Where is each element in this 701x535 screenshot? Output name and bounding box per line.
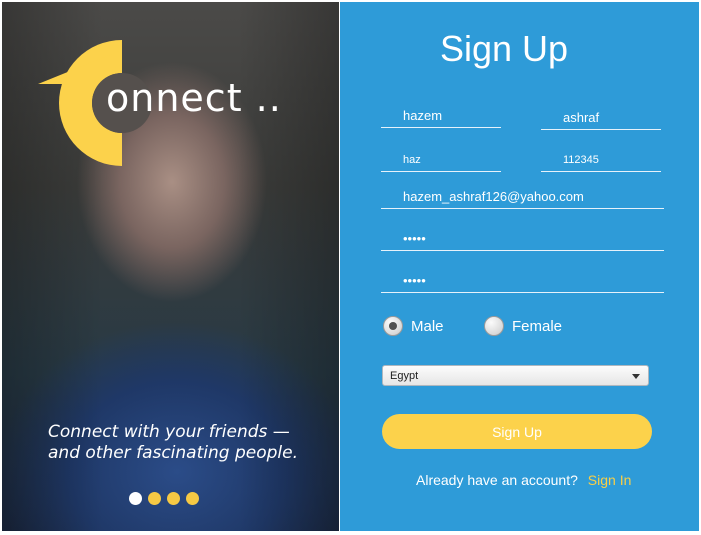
signin-prompt: Already have an account? Sign In bbox=[416, 472, 631, 488]
sign-in-link[interactable]: Sign In bbox=[588, 472, 632, 488]
tagline-line-2: and other fascinating people. bbox=[48, 443, 298, 463]
signup-panel: Sign Up Male Female Egypt Sign Up Alread… bbox=[340, 2, 699, 531]
hero-panel: onnect .. Connect with your friends — an… bbox=[2, 2, 339, 531]
already-account-text: Already have an account? bbox=[416, 472, 578, 488]
gender-female-label: Female bbox=[512, 317, 563, 335]
password-field[interactable] bbox=[381, 227, 664, 251]
tagline-line-1: Connect with your friends — bbox=[48, 422, 290, 442]
app-window: onnect .. Connect with your friends — an… bbox=[0, 0, 701, 535]
country-select-value: Egypt bbox=[390, 369, 419, 382]
carousel-dot-4[interactable] bbox=[186, 492, 199, 505]
tagline: Connect with your friends — and other fa… bbox=[48, 422, 338, 464]
carousel-dot-1[interactable] bbox=[129, 492, 142, 505]
logo-wordmark: onnect .. bbox=[106, 76, 282, 120]
carousel-dot-3[interactable] bbox=[167, 492, 180, 505]
radio-unchecked-icon bbox=[484, 316, 504, 336]
sign-up-button[interactable]: Sign Up bbox=[382, 414, 652, 449]
phone-field[interactable] bbox=[541, 148, 661, 172]
radio-checked-icon bbox=[383, 316, 403, 336]
carousel-dots bbox=[129, 492, 199, 505]
gender-male-label: Male bbox=[411, 317, 444, 335]
carousel-dot-2[interactable] bbox=[148, 492, 161, 505]
gender-female-radio[interactable]: Female bbox=[484, 316, 562, 336]
last-name-field[interactable] bbox=[541, 106, 661, 130]
chevron-down-icon bbox=[632, 374, 640, 379]
gender-male-radio[interactable]: Male bbox=[383, 316, 444, 336]
first-name-field[interactable] bbox=[381, 104, 501, 128]
username-field[interactable] bbox=[381, 148, 501, 172]
confirm-password-field[interactable] bbox=[381, 269, 664, 293]
page-title: Sign Up bbox=[440, 28, 569, 69]
country-select[interactable]: Egypt bbox=[382, 365, 649, 386]
email-field[interactable] bbox=[381, 185, 664, 209]
